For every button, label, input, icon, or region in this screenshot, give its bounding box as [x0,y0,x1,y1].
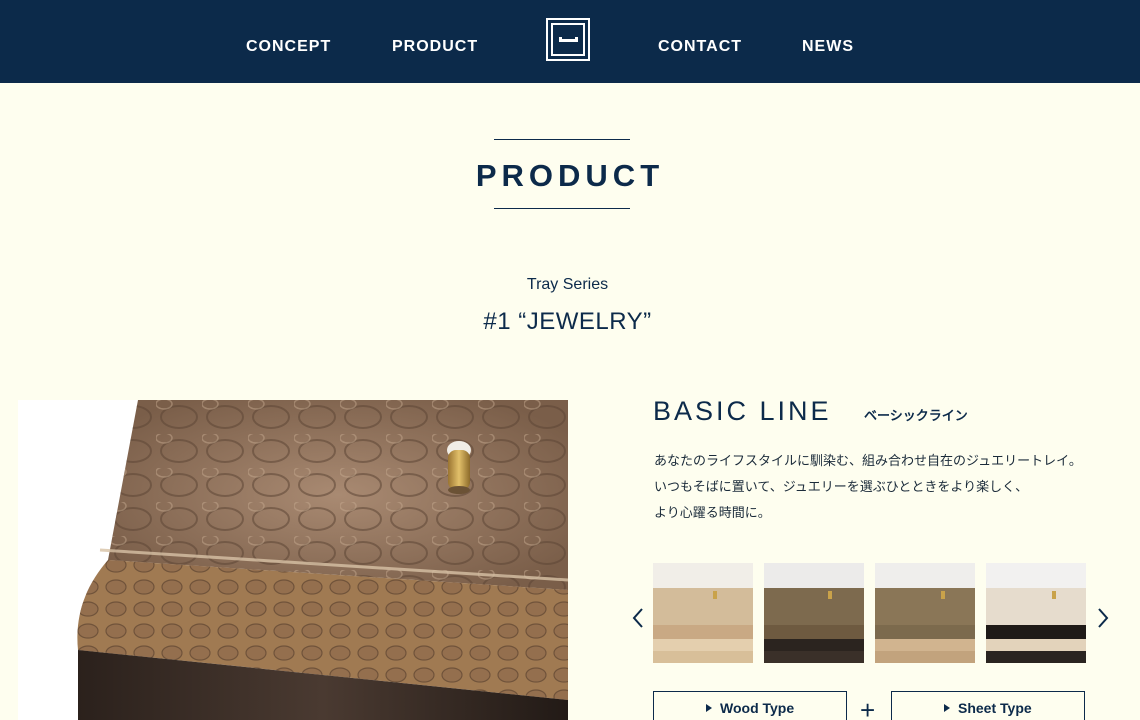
title-rule-top [494,139,630,140]
site-header: CONCEPT PRODUCT CONTACT NEWS [0,0,1140,83]
nav-contact[interactable]: CONTACT [658,38,742,56]
carousel-next-button[interactable] [1096,606,1110,630]
line-name-japanese: ベーシックライン [864,408,968,423]
product-series: Tray Series [526,276,609,293]
nav-product[interactable]: PRODUCT [392,38,478,56]
tray-thumbnail [986,563,1086,663]
chevron-right-icon [1098,608,1109,628]
tray-thumbnail [653,563,753,663]
wood-type-label: Wood Type [720,700,795,716]
nav-concept[interactable]: CONCEPT [246,38,331,56]
jewelry-tray-photo [77,400,568,720]
logo-handle-mark [559,37,578,42]
page-title: PRODUCT [475,158,665,193]
carousel-thumb-dark-burl[interactable] [764,563,864,663]
logo-frame [551,23,585,56]
triangle-right-icon [944,704,950,712]
tray-thumbnail [875,563,975,663]
product-title: #1 “JEWELRY” [483,308,652,335]
sheet-type-button[interactable]: Sheet Type [891,691,1085,720]
plus-icon: + [860,695,876,720]
description-line: あなたのライフスタイルに馴染む、組み合わせ自在のジュエリートレイ。 [654,454,1082,469]
description-line: より心躍る時間に。 [654,506,771,521]
nav-news[interactable]: NEWS [802,38,854,56]
title-rule-bottom [494,208,630,209]
triangle-right-icon [706,704,712,712]
product-hero-image [18,400,568,720]
carousel-thumb-maple-ebony[interactable] [986,563,1086,663]
chevron-left-icon [632,608,643,628]
logo-icon[interactable] [546,18,590,61]
sheet-type-label: Sheet Type [958,700,1032,716]
carousel-thumb-mixed-burl[interactable] [875,563,975,663]
wood-type-button[interactable]: Wood Type [653,691,847,720]
carousel-thumb-light-burl[interactable] [653,563,753,663]
description-line: いつもそばに置いて、ジュエリーを選ぶひとときをより楽しく、 [654,480,1029,495]
tray-thumbnail [764,563,864,663]
line-name: BASIC LINE [653,396,832,426]
carousel-prev-button[interactable] [631,606,645,630]
